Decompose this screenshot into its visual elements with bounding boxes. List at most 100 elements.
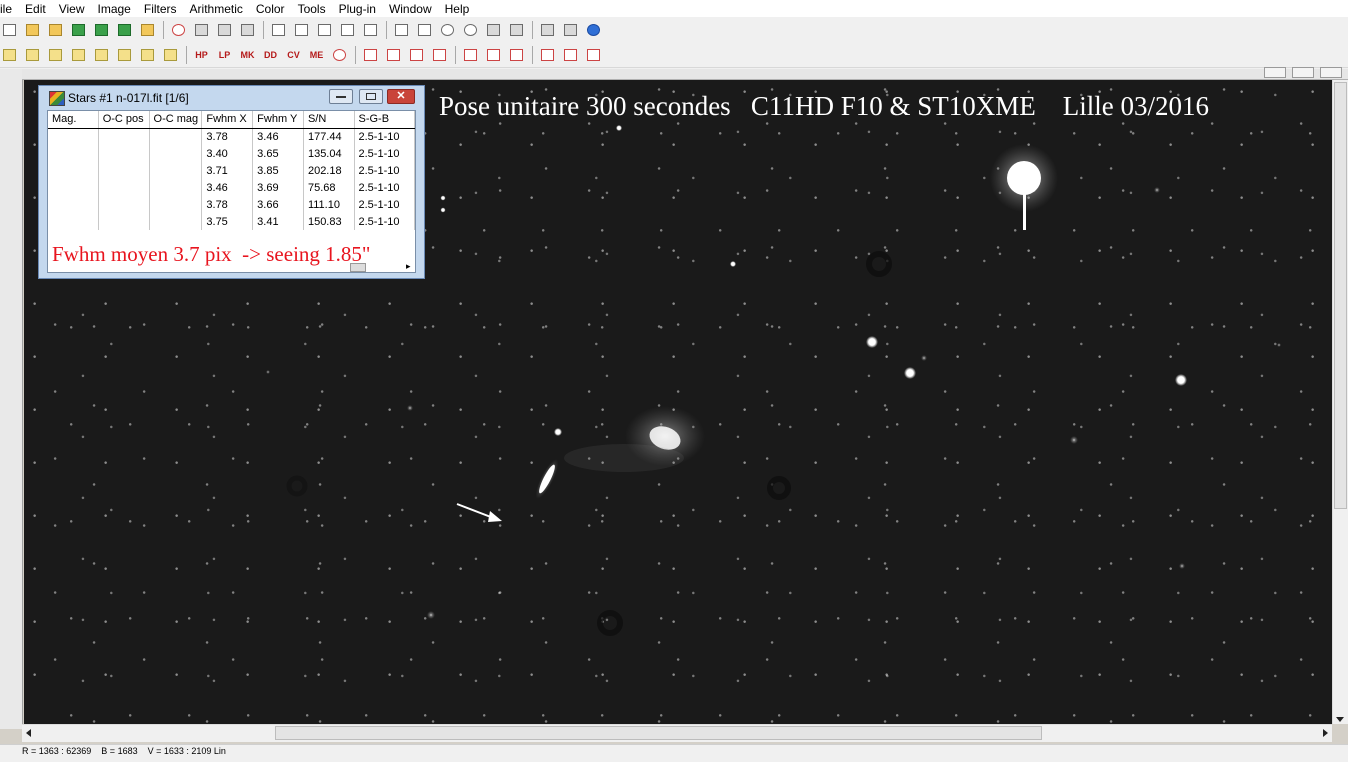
grid-2-button[interactable] xyxy=(561,46,580,64)
hp-filter-button[interactable]: HP xyxy=(192,46,211,64)
scroll-left-arrow-icon[interactable] xyxy=(26,729,31,737)
table-row[interactable]: 3.78 3.66 111.10 2.5-1-10 xyxy=(48,196,415,213)
tool-yellow-6-button[interactable] xyxy=(115,46,134,64)
help-button[interactable] xyxy=(584,21,603,39)
zoom-in-button[interactable] xyxy=(438,21,457,39)
child-close-button[interactable] xyxy=(1320,67,1342,78)
tool-yellow-7-button[interactable] xyxy=(138,46,157,64)
stars-window-titlebar[interactable]: Stars #1 n-017l.fit [1/6] ✕ xyxy=(39,86,424,108)
tool-yellow-1-button[interactable] xyxy=(0,46,19,64)
table-row[interactable]: 3.75 3.41 150.83 2.5-1-10 xyxy=(48,213,415,230)
tool-yellow-7-icon xyxy=(141,49,154,61)
save-copy-button[interactable] xyxy=(115,21,134,39)
table-row[interactable]: 3.46 3.69 75.68 2.5-1-10 xyxy=(48,179,415,196)
menu-image[interactable]: Image xyxy=(92,2,138,16)
column-header-sn[interactable]: S/N xyxy=(303,111,355,129)
binoculars-button[interactable] xyxy=(561,21,580,39)
menu-edit[interactable]: Edit xyxy=(19,2,53,16)
monitor-button[interactable] xyxy=(484,21,503,39)
menu-view[interactable]: View xyxy=(53,2,92,16)
lp-label: LP xyxy=(218,50,231,60)
child-maximize-button[interactable] xyxy=(1292,67,1314,78)
save-button[interactable] xyxy=(69,21,88,39)
open-button[interactable] xyxy=(23,21,42,39)
menu-window[interactable]: Window xyxy=(383,2,439,16)
scroll-right-arrow-icon[interactable] xyxy=(1323,729,1328,737)
resize-button[interactable] xyxy=(407,46,426,64)
paste-new-button[interactable] xyxy=(238,21,257,39)
menu-plug-in[interactable]: Plug-in xyxy=(333,2,383,16)
crop-button[interactable] xyxy=(384,46,403,64)
zoom-out-button[interactable] xyxy=(461,21,480,39)
child-window-titlebar[interactable] xyxy=(22,67,1348,80)
mk-filter-button[interactable]: MK xyxy=(238,46,257,64)
floppy-copy-icon xyxy=(118,24,131,36)
mosaic-button[interactable] xyxy=(461,46,480,64)
register-button[interactable] xyxy=(430,46,449,64)
horizontal-scroll-thumb[interactable] xyxy=(275,726,1042,740)
table-row[interactable]: 3.40 3.65 135.04 2.5-1-10 xyxy=(48,145,415,162)
stars-maximize-button[interactable] xyxy=(359,89,383,104)
histogram-button[interactable] xyxy=(292,21,311,39)
column-header-fwhm-x[interactable]: Fwhm X xyxy=(201,111,254,129)
child-window-left-edge xyxy=(0,69,23,729)
menu-arithmetic[interactable]: Arithmetic xyxy=(184,2,250,16)
visualization-button[interactable] xyxy=(269,21,288,39)
tool-yellow-4-icon xyxy=(72,49,85,61)
table-row[interactable]: 3.78 3.46 177.44 2.5-1-10 xyxy=(48,128,415,145)
menu-filters[interactable]: Filters xyxy=(138,2,184,16)
column-header-fwhm-y[interactable]: Fwhm Y xyxy=(252,111,304,129)
table-row[interactable]: 3.71 3.85 202.18 2.5-1-10 xyxy=(48,162,415,179)
table-scroll-right-icon[interactable]: ▸ xyxy=(406,261,411,272)
menu-file[interactable]: ile xyxy=(0,2,19,16)
telescope-button[interactable] xyxy=(538,21,557,39)
open-folder-button[interactable] xyxy=(46,21,65,39)
tool-yellow-3-button[interactable] xyxy=(46,46,65,64)
tool-yellow-4-button[interactable] xyxy=(69,46,88,64)
zoom-in-icon xyxy=(441,24,454,36)
unsharp-button[interactable] xyxy=(330,46,349,64)
menu-color[interactable]: Color xyxy=(250,2,292,16)
new-file-button[interactable] xyxy=(0,21,19,39)
tool-yellow-5-button[interactable] xyxy=(92,46,111,64)
table-scroll-thumb[interactable] xyxy=(350,263,366,272)
column-header-sgb[interactable]: S-G-B xyxy=(354,111,415,129)
stack-button[interactable] xyxy=(484,46,503,64)
column-header-oc-pos[interactable]: O-C pos xyxy=(98,111,150,129)
menu-help[interactable]: Help xyxy=(439,2,477,16)
lp-filter-button[interactable]: LP xyxy=(215,46,234,64)
menu-tools[interactable]: Tools xyxy=(292,2,333,16)
paste-button[interactable] xyxy=(215,21,234,39)
profile-button[interactable] xyxy=(315,21,334,39)
split-button[interactable] xyxy=(507,46,526,64)
column-header-oc-mag[interactable]: O-C mag xyxy=(149,111,203,129)
column-header-mag[interactable]: Mag. xyxy=(48,111,99,129)
scroll-down-arrow-icon[interactable] xyxy=(1336,717,1344,722)
me-filter-button[interactable]: ME xyxy=(307,46,326,64)
stars-minimize-button[interactable] xyxy=(329,89,353,104)
star xyxy=(730,261,736,267)
stars-close-button[interactable]: ✕ xyxy=(387,89,415,104)
photometry-button[interactable] xyxy=(338,21,357,39)
grid-1-button[interactable] xyxy=(538,46,557,64)
cv-filter-button[interactable]: CV xyxy=(284,46,303,64)
save-as-button[interactable] xyxy=(92,21,111,39)
window-button[interactable] xyxy=(507,21,526,39)
blink-button[interactable] xyxy=(415,21,434,39)
vertical-scrollbar[interactable] xyxy=(1332,80,1348,724)
dd-filter-button[interactable]: DD xyxy=(261,46,280,64)
statistics-button[interactable] xyxy=(392,21,411,39)
vertical-scroll-thumb[interactable] xyxy=(1334,82,1347,509)
rotate-button[interactable] xyxy=(361,46,380,64)
tool-yellow-6-icon xyxy=(118,49,131,61)
tool-yellow-2-button[interactable] xyxy=(23,46,42,64)
grid-3-button[interactable] xyxy=(584,46,603,64)
browse-button[interactable] xyxy=(138,21,157,39)
horizontal-scrollbar[interactable] xyxy=(22,724,1332,742)
child-minimize-button[interactable] xyxy=(1264,67,1286,78)
astrometry-button[interactable] xyxy=(361,21,380,39)
cell-fwhm-x: 3.78 xyxy=(201,196,254,213)
tool-yellow-8-button[interactable] xyxy=(161,46,180,64)
copy-button[interactable] xyxy=(192,21,211,39)
refresh-button[interactable] xyxy=(169,21,188,39)
